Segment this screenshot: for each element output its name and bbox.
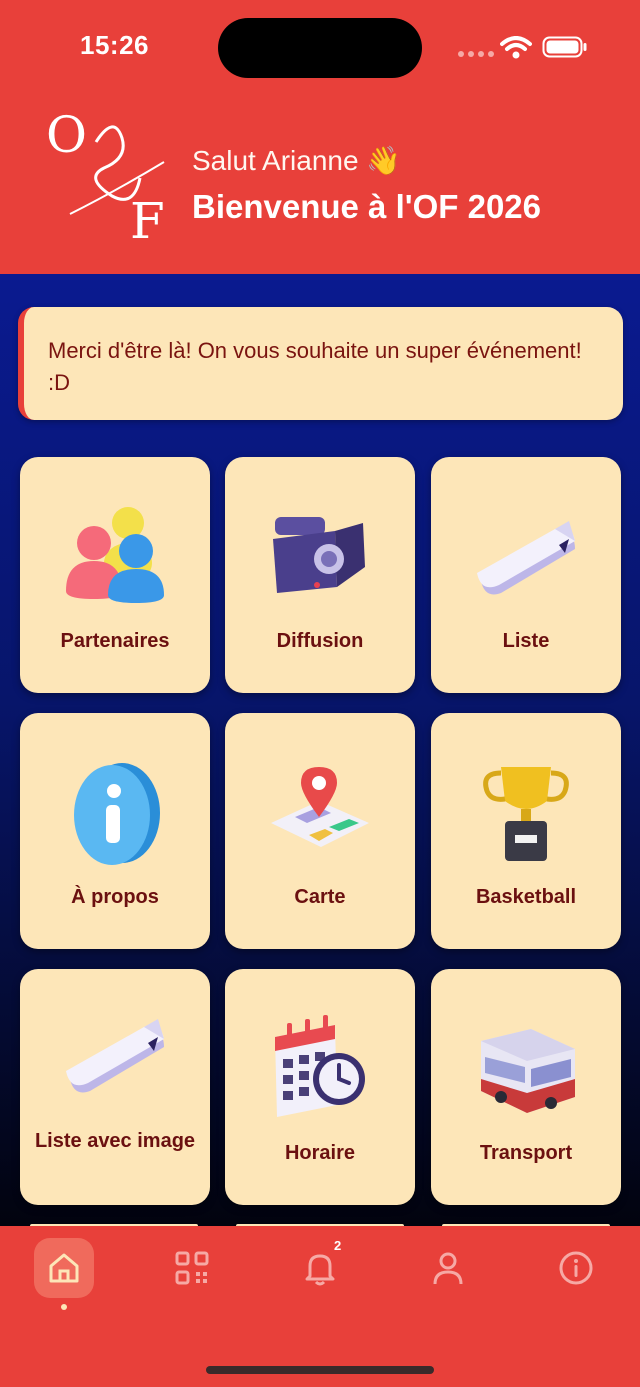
- calendar-clock-icon: [275, 1015, 365, 1117]
- bell-icon: [305, 1254, 335, 1286]
- tile-label: Partenaires: [60, 630, 170, 652]
- trophy-icon: [483, 767, 569, 861]
- home-indicator[interactable]: [206, 1366, 434, 1374]
- notification-badge: 2: [334, 1238, 342, 1253]
- tile-label: Transport: [479, 1142, 573, 1164]
- active-tab-indicator: [61, 1304, 67, 1310]
- tile-transport[interactable]: Transport: [431, 969, 621, 1205]
- status-time: 15:26: [80, 30, 149, 60]
- user-icon: [433, 1252, 463, 1285]
- tile-label: Liste: [502, 630, 550, 652]
- tile-horaire[interactable]: Horaire: [225, 969, 415, 1205]
- notice-text: Merci d'être là! On vous souhaite un sup…: [48, 338, 582, 395]
- svg-text:F: F: [130, 192, 165, 244]
- greeting-text: Salut Arianne 👋: [192, 145, 402, 176]
- video-camera-icon: [273, 517, 365, 593]
- tile-label: Diffusion: [276, 630, 364, 652]
- tab-profile[interactable]: [418, 1238, 478, 1298]
- ticket-tag-icon: [66, 1019, 164, 1093]
- app-header: 15:26 O F Salut Arianne 👋 Bienvenue à l'…: [0, 0, 640, 274]
- tile-label: À propos: [71, 886, 159, 908]
- cellular-signal-icon: [458, 51, 494, 57]
- of-logo: O F: [46, 106, 165, 244]
- map-pin-icon: [271, 767, 369, 847]
- dynamic-island: [218, 18, 422, 78]
- svg-text:O: O: [46, 106, 87, 164]
- tile-basketball[interactable]: Basketball: [431, 713, 621, 949]
- home-icon: [49, 1253, 79, 1283]
- tile-partenaires[interactable]: Partenaires: [20, 457, 210, 693]
- battery-icon: [542, 36, 587, 58]
- tab-info[interactable]: [546, 1238, 606, 1298]
- bus-icon: [481, 1029, 575, 1113]
- main-content[interactable]: Merci d'être là! On vous souhaite un sup…: [0, 274, 640, 1226]
- info-icon: [74, 763, 160, 865]
- bottom-tab-bar: 2: [0, 1226, 640, 1387]
- info-circle-icon: [559, 1251, 593, 1285]
- qr-code-icon: [175, 1251, 209, 1285]
- tile-label: Liste avec image: [34, 1130, 196, 1152]
- welcome-title: Bienvenue à l'OF 2026: [192, 188, 541, 225]
- tile-diffusion[interactable]: Diffusion: [225, 457, 415, 693]
- tile-liste[interactable]: Liste: [431, 457, 621, 693]
- tab-home[interactable]: [34, 1238, 94, 1298]
- tile-label: Basketball: [475, 886, 577, 908]
- tile-carte[interactable]: Carte: [225, 713, 415, 949]
- tile-a-propos[interactable]: À propos: [20, 713, 210, 949]
- wifi-icon: [500, 36, 532, 59]
- ticket-tag-icon: [477, 521, 575, 595]
- tab-qr-code[interactable]: [162, 1238, 222, 1298]
- tile-liste-avec-image[interactable]: Liste avec image: [20, 969, 210, 1205]
- notice-banner: Merci d'être là! On vous souhaite un sup…: [18, 307, 623, 420]
- tile-label: Horaire: [284, 1142, 356, 1164]
- tile-label: Carte: [294, 886, 346, 908]
- users-group-icon: [66, 507, 164, 603]
